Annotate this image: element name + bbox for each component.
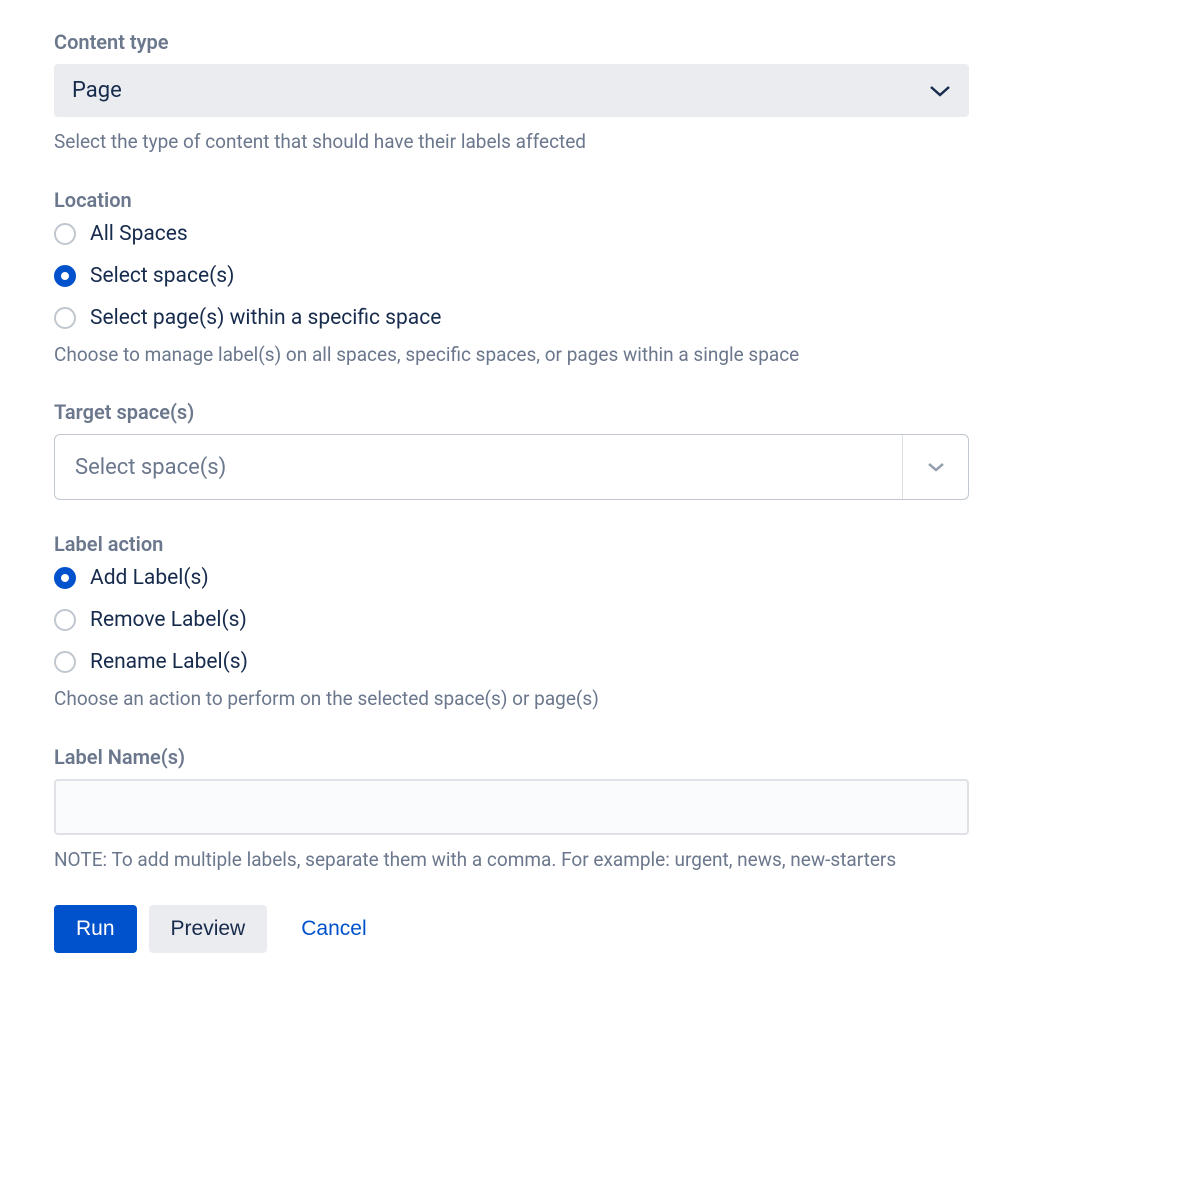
location-radio-group: All Spaces Select space(s) Select page(s… <box>54 222 1144 330</box>
label-action-label: Label action <box>54 532 1144 556</box>
location-radio-select-spaces[interactable]: Select space(s) <box>54 264 1144 288</box>
radio-label: Select space(s) <box>90 264 234 288</box>
location-radio-select-pages[interactable]: Select page(s) within a specific space <box>54 306 1144 330</box>
radio-icon <box>54 307 76 329</box>
radio-icon <box>54 609 76 631</box>
radio-label: Rename Label(s) <box>90 650 248 674</box>
chevron-down-icon <box>902 435 968 499</box>
label-action-field: Label action Add Label(s) Remove Label(s… <box>54 532 1144 713</box>
location-radio-all-spaces[interactable]: All Spaces <box>54 222 1144 246</box>
label-action-radio-remove[interactable]: Remove Label(s) <box>54 608 1144 632</box>
label-action-radio-group: Add Label(s) Remove Label(s) Rename Labe… <box>54 566 1144 674</box>
label-names-label: Label Name(s) <box>54 745 1144 769</box>
run-button[interactable]: Run <box>54 905 137 953</box>
cancel-button[interactable]: Cancel <box>279 905 388 953</box>
radio-icon <box>54 567 76 589</box>
target-spaces-field: Target space(s) Select space(s) <box>54 400 1144 500</box>
label-names-helper: NOTE: To add multiple labels, separate t… <box>54 847 1144 874</box>
location-helper: Choose to manage label(s) on all spaces,… <box>54 342 1144 369</box>
radio-label: Select page(s) within a specific space <box>90 306 441 330</box>
chevron-down-icon <box>929 80 951 102</box>
content-type-field: Content type Page Select the type of con… <box>54 30 1144 156</box>
content-type-select[interactable]: Page <box>54 64 969 117</box>
label-action-radio-add[interactable]: Add Label(s) <box>54 566 1144 590</box>
label-names-field: Label Name(s) NOTE: To add multiple labe… <box>54 745 1144 874</box>
location-label: Location <box>54 188 1144 212</box>
target-spaces-label: Target space(s) <box>54 400 1144 424</box>
label-names-input[interactable] <box>54 779 969 835</box>
radio-label: Add Label(s) <box>90 566 209 590</box>
label-action-radio-rename[interactable]: Rename Label(s) <box>54 650 1144 674</box>
target-spaces-select[interactable]: Select space(s) <box>54 434 969 500</box>
content-type-label: Content type <box>54 30 1144 54</box>
content-type-value: Page <box>72 78 122 103</box>
radio-icon <box>54 651 76 673</box>
content-type-helper: Select the type of content that should h… <box>54 129 1144 156</box>
preview-button[interactable]: Preview <box>149 905 268 953</box>
radio-icon <box>54 265 76 287</box>
label-action-helper: Choose an action to perform on the selec… <box>54 686 1144 713</box>
button-row: Run Preview Cancel <box>54 905 1144 953</box>
target-spaces-placeholder: Select space(s) <box>55 435 902 499</box>
location-field: Location All Spaces Select space(s) Sele… <box>54 188 1144 369</box>
radio-icon <box>54 223 76 245</box>
radio-label: Remove Label(s) <box>90 608 247 632</box>
radio-label: All Spaces <box>90 222 188 246</box>
